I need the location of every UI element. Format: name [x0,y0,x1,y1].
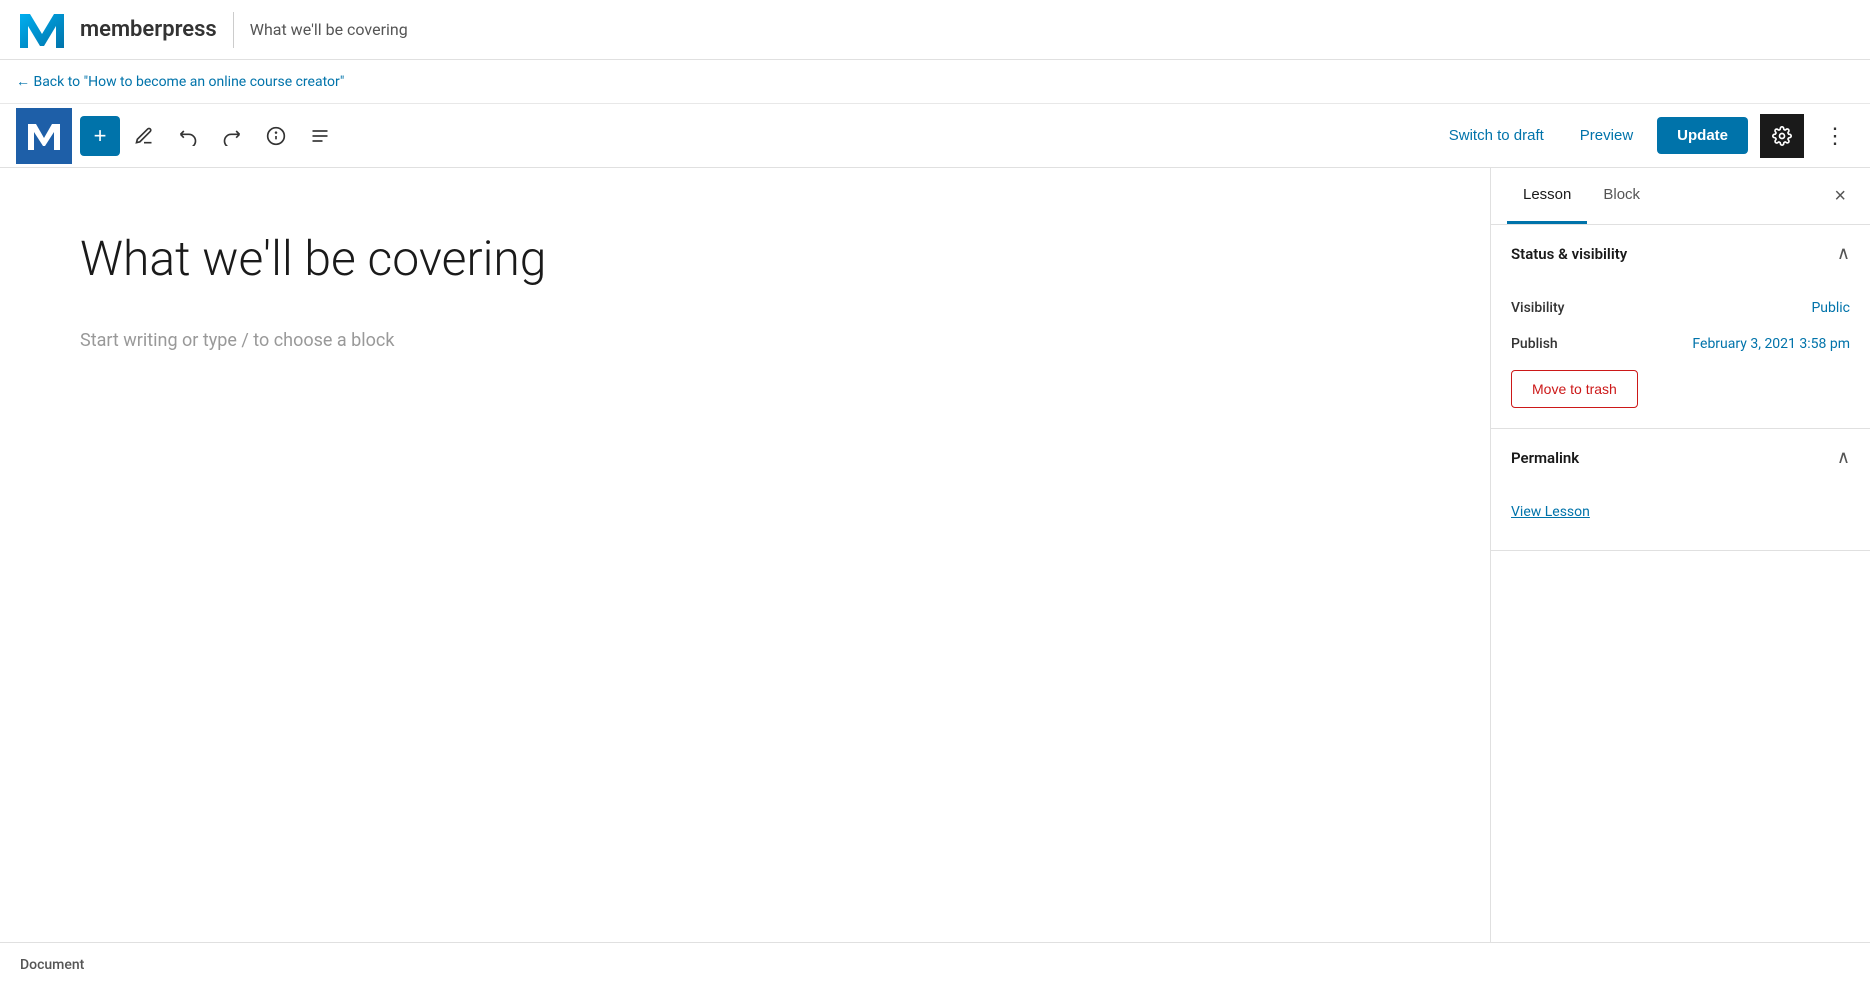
pen-button[interactable] [124,116,164,156]
permalink-toggle-icon: ∧ [1837,447,1850,468]
status-visibility-title: Status & visibility [1511,245,1627,263]
status-visibility-body: Visibility Public Publish February 3, 20… [1491,282,1870,428]
sidebar-tabs: Lesson Block [1507,168,1656,224]
publish-label: Publish [1511,336,1558,352]
post-title[interactable]: What we'll be covering [80,228,1410,290]
topbar-page-title: What we'll be covering [250,20,408,39]
logo-area: memberpress [16,4,217,56]
bottom-bar: Document [0,942,1870,986]
publish-row: Publish February 3, 2021 3:58 pm [1511,326,1850,362]
gear-icon [1772,126,1792,146]
top-bar: memberpress What we'll be covering [0,0,1870,60]
editor-toolbar: + [0,104,1870,168]
info-button[interactable] [256,116,296,156]
list-icon [310,126,330,146]
tab-lesson[interactable]: Lesson [1507,168,1587,224]
status-visibility-toggle-icon: ∧ [1837,243,1850,264]
permalink-header[interactable]: Permalink ∧ [1491,429,1870,486]
permalink-body: View Lesson [1491,486,1870,550]
info-icon [266,126,286,146]
editor-content[interactable]: What we'll be covering Start writing or … [0,168,1490,942]
back-bar: ← Back to "How to become an online cours… [0,60,1870,104]
mp-square-logo-icon [26,118,62,154]
status-visibility-header[interactable]: Status & visibility ∧ [1491,225,1870,282]
redo-button[interactable] [212,116,252,156]
bottom-bar-label: Document [20,957,84,973]
block-placeholder[interactable]: Start writing or type / to choose a bloc… [80,330,1410,351]
add-block-button[interactable]: + [80,116,120,156]
undo-icon [178,126,198,146]
switch-to-draft-button[interactable]: Switch to draft [1437,119,1556,152]
main-area: What we'll be covering Start writing or … [0,168,1870,942]
more-options-button[interactable]: ⋮ [1816,119,1854,153]
settings-button[interactable] [1760,114,1804,158]
toolbar-left: + [80,116,340,156]
close-icon: × [1834,185,1846,207]
view-lesson-link[interactable]: View Lesson [1511,494,1850,530]
visibility-value[interactable]: Public [1811,300,1850,316]
sidebar-close-button[interactable]: × [1826,181,1854,212]
visibility-row: Visibility Public [1511,290,1850,326]
add-icon: + [94,123,107,149]
status-visibility-section: Status & visibility ∧ Visibility Public … [1491,225,1870,429]
publish-value[interactable]: February 3, 2021 3:58 pm [1692,336,1850,352]
preview-button[interactable]: Preview [1568,119,1645,152]
memberpress-logo-icon [16,4,68,56]
topbar-divider [233,12,234,48]
permalink-section: Permalink ∧ View Lesson [1491,429,1870,551]
sidebar-header: Lesson Block × [1491,168,1870,225]
list-view-button[interactable] [300,116,340,156]
permalink-title: Permalink [1511,449,1579,467]
back-link[interactable]: ← Back to "How to become an online cours… [16,73,344,90]
toolbar-right: Switch to draft Preview Update ⋮ [1437,114,1854,158]
undo-button[interactable] [168,116,208,156]
visibility-label: Visibility [1511,300,1564,316]
brand-name: memberpress [80,17,217,42]
move-to-trash-button[interactable]: Move to trash [1511,370,1638,408]
update-button[interactable]: Update [1657,117,1748,154]
pen-icon [134,126,154,146]
redo-icon [222,126,242,146]
right-sidebar: Lesson Block × Status & visibility ∧ Vis… [1490,168,1870,942]
tab-block[interactable]: Block [1587,168,1656,224]
mp-square-logo [16,108,72,164]
